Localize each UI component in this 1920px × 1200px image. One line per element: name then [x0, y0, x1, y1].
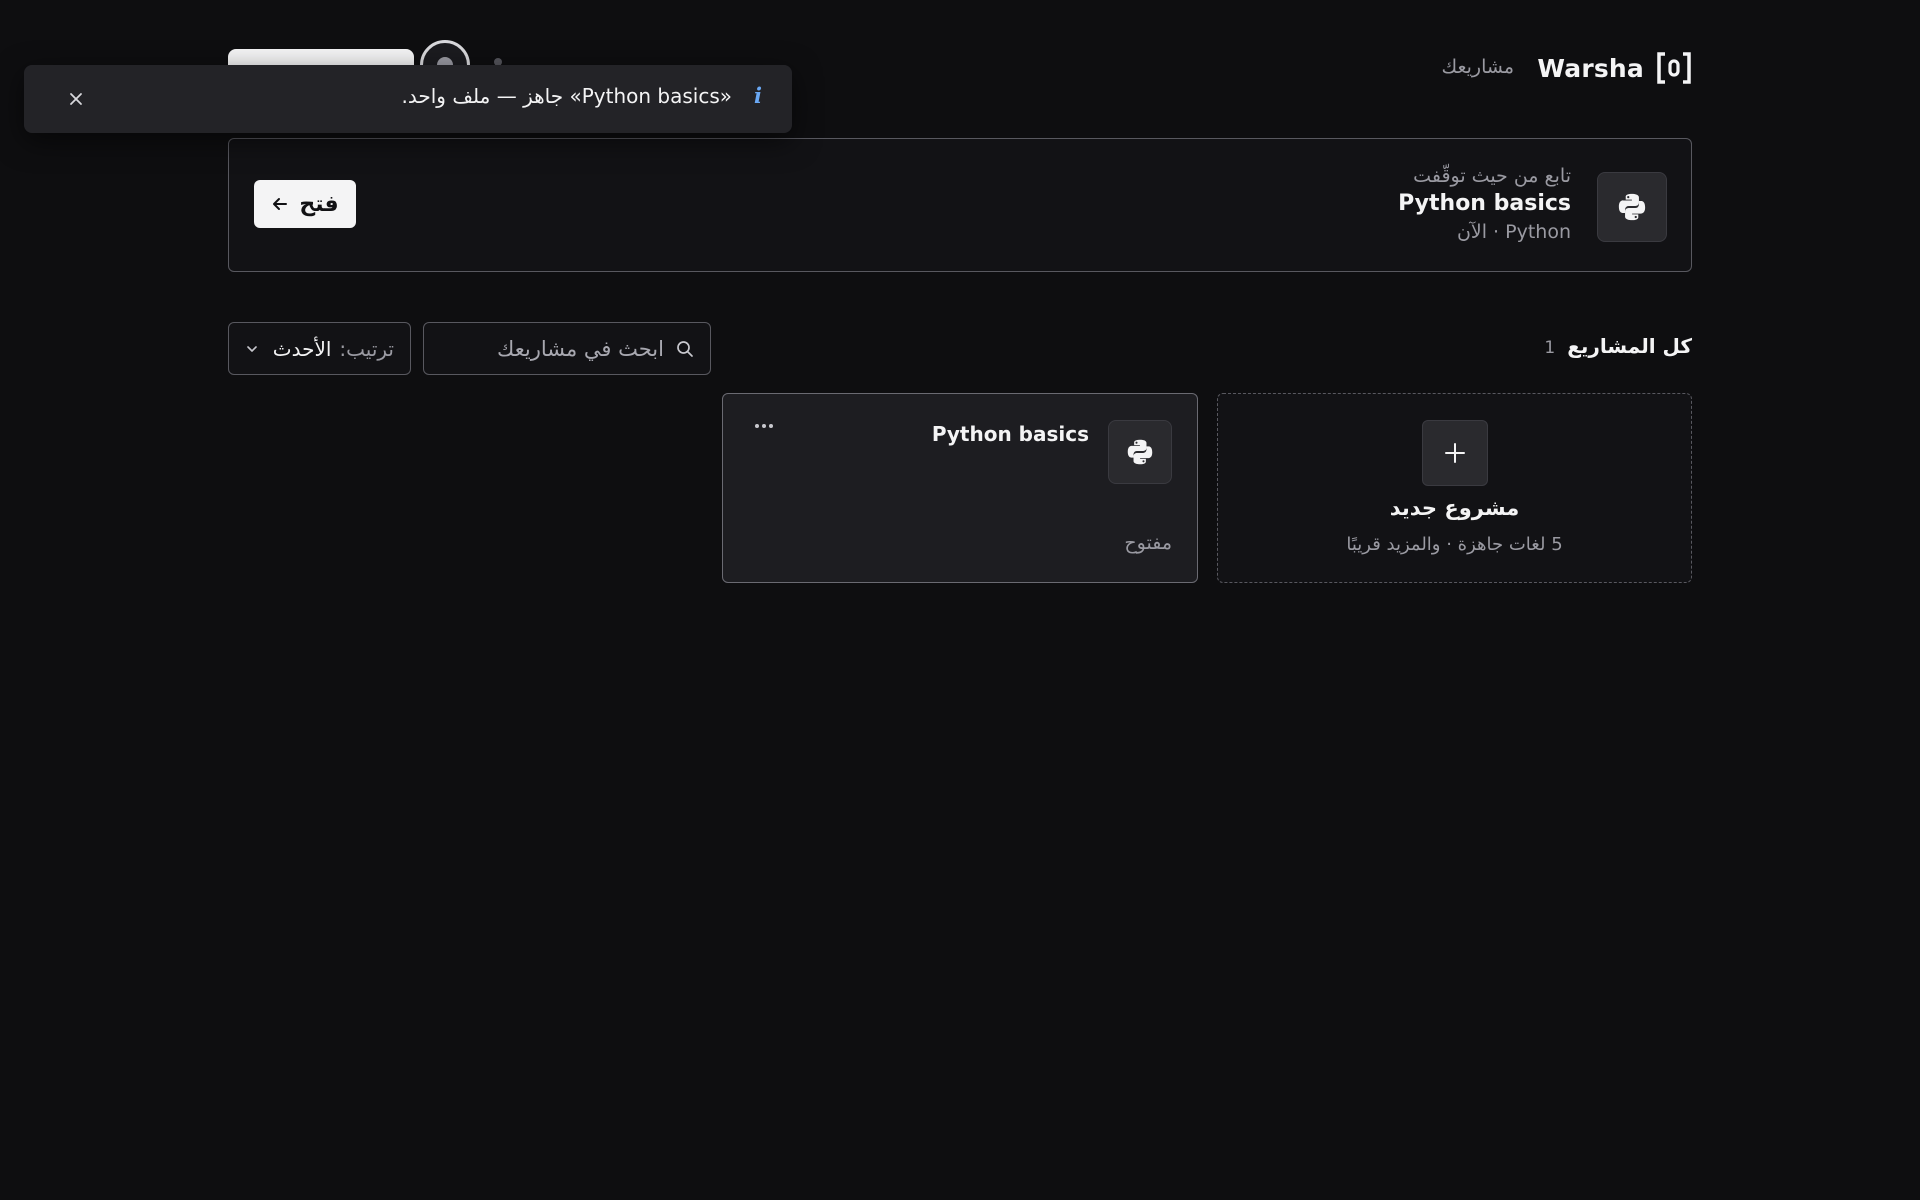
new-project-subtitle: 5 لغات جاهزة · والمزيد قريبًا — [1346, 534, 1563, 555]
search-icon — [677, 340, 693, 357]
close-icon — [70, 93, 82, 105]
new-project-card[interactable]: مشروع جديد 5 لغات جاهزة · والمزيد قريبًا — [1217, 393, 1692, 583]
python-icon — [1618, 193, 1646, 221]
project-count: 1 — [1544, 338, 1556, 358]
continue-project-title: Python basics — [1398, 191, 1571, 216]
section-title: كل المشاريع — [1567, 334, 1692, 358]
continue-info: تابع من حيث توقّفت Python basics Python … — [1398, 163, 1571, 245]
sort-dropdown[interactable]: ترتيب: الأحدث — [228, 322, 411, 375]
new-project-title: مشروع جديد — [1389, 496, 1520, 520]
section-header: كل المشاريع 1 — [1544, 334, 1692, 358]
brand[interactable]: Warsha — [1537, 52, 1692, 84]
toast-notification: «Python basics» جاهز — ملف واحد. i — [24, 65, 792, 133]
chevron-down-icon — [247, 345, 257, 352]
nav-link-projects[interactable]: مشاريعك — [1441, 56, 1514, 78]
search-box[interactable] — [423, 322, 711, 375]
search-input[interactable] — [464, 336, 664, 361]
continue-project-meta: Python · الآن — [1456, 221, 1571, 243]
more-dot-icon — [769, 424, 773, 428]
project-status: مفتوح — [1124, 532, 1172, 554]
open-project-button[interactable]: فتح — [254, 180, 356, 228]
brand-logo-icon — [1657, 52, 1691, 84]
info-icon: i — [754, 83, 762, 108]
continue-eyebrow: تابع من حيث توقّفت — [1413, 165, 1571, 187]
continue-language-tile — [1597, 172, 1667, 242]
toast-message: «Python basics» جاهز — ملف واحد. — [401, 84, 732, 108]
brand-name: Warsha — [1537, 53, 1644, 83]
project-title: Python basics — [931, 422, 1089, 446]
more-dot-icon — [755, 424, 759, 428]
new-project-tile — [1422, 420, 1488, 486]
sort-label: ترتيب: — [339, 336, 394, 361]
project-card[interactable]: Python basics مفتوح — [722, 393, 1198, 583]
open-button-label: فتح — [299, 191, 339, 217]
more-dot-icon — [762, 424, 766, 428]
project-language-tile — [1108, 420, 1172, 484]
project-more-menu-button[interactable] — [749, 414, 779, 438]
sort-value: الأحدث — [272, 336, 332, 361]
dashboard-page: مشاريعك Warsha «Python basics» جاهز — مل… — [0, 0, 1920, 1200]
arrow-left-icon — [273, 198, 288, 210]
plus-icon — [1445, 443, 1465, 463]
toast-close-button[interactable] — [64, 87, 88, 111]
continue-panel: تابع من حيث توقّفت Python basics Python … — [228, 138, 1692, 272]
python-icon — [1127, 439, 1153, 465]
